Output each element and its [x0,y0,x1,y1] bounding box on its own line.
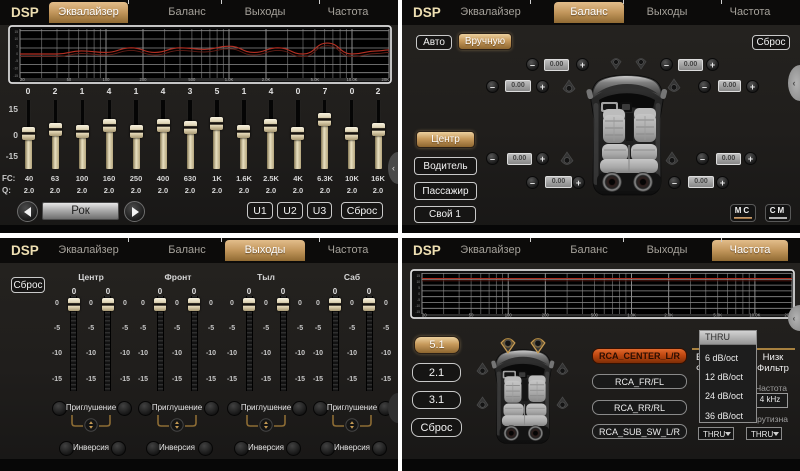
svg-text:100: 100 [103,77,111,82]
svg-text:10: 10 [416,280,420,284]
svg-text:-15: -15 [415,310,420,314]
svg-text:20: 20 [422,312,427,317]
svg-text:500: 500 [188,77,196,82]
svg-text:10: 10 [14,37,18,41]
svg-text:1.0K: 1.0K [627,312,636,317]
svg-text:5: 5 [418,286,420,290]
svg-text:20: 20 [20,77,25,82]
svg-text:-5: -5 [15,59,18,63]
svg-text:200: 200 [542,312,550,317]
svg-text:10.0K: 10.0K [749,312,760,317]
svg-text:50: 50 [67,77,72,82]
svg-text:-5: -5 [417,298,420,302]
svg-text:20K: 20K [382,77,390,82]
svg-text:5.0K: 5.0K [311,77,320,82]
svg-text:1.0K: 1.0K [225,77,234,82]
svg-text:0: 0 [16,52,18,56]
svg-text:500: 500 [591,312,599,317]
svg-text:-10: -10 [415,304,420,308]
svg-text:2.0K: 2.0K [664,312,673,317]
svg-text:100: 100 [505,312,513,317]
svg-text:0: 0 [418,292,420,296]
svg-text:5.0K: 5.0K [713,312,722,317]
svg-text:2.0K: 2.0K [262,77,271,82]
svg-text:15: 15 [416,274,420,278]
svg-text:10.0K: 10.0K [347,77,358,82]
svg-text:-15: -15 [13,74,18,78]
svg-text:15: 15 [14,30,18,34]
svg-text:50: 50 [469,312,474,317]
svg-text:-10: -10 [13,67,18,71]
svg-text:5: 5 [16,45,18,49]
svg-text:200: 200 [140,77,148,82]
